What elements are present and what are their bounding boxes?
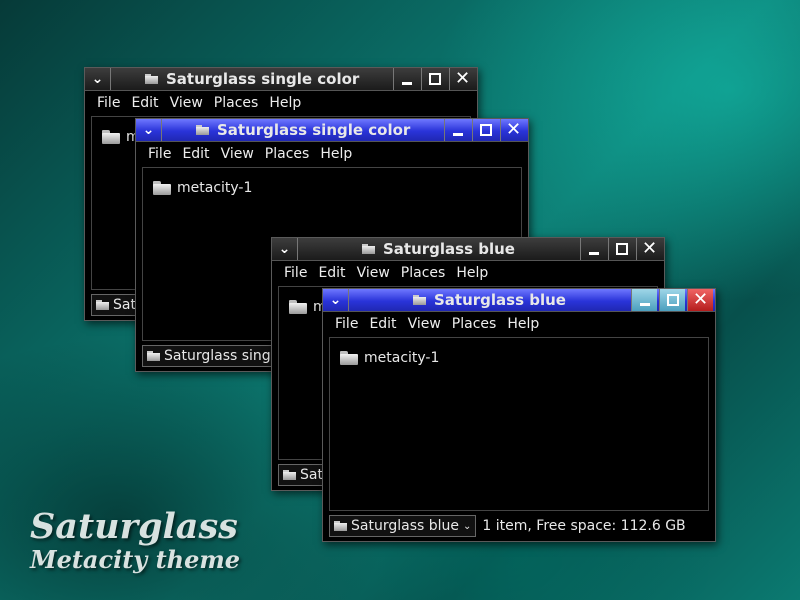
folder-icon [289, 300, 307, 314]
menu-edit[interactable]: Edit [182, 146, 209, 162]
menubar: File Edit View Places Help [136, 142, 528, 166]
window-title: Saturglass single color [196, 119, 410, 141]
chevron-down-icon: ⌄ [91, 71, 104, 87]
menu-view[interactable]: View [357, 265, 390, 281]
window-menu-button[interactable]: ⌄ [323, 289, 349, 311]
maximize-icon [479, 124, 492, 136]
titlebar[interactable]: ⌄ Saturglass single color ✕ [85, 68, 477, 91]
folder-icon [96, 300, 109, 310]
folder-icon [340, 351, 358, 365]
menu-file[interactable]: File [148, 146, 171, 162]
folder-icon [147, 351, 160, 361]
folder-icon [283, 470, 296, 480]
menu-help[interactable]: Help [507, 316, 539, 332]
menu-edit[interactable]: Edit [318, 265, 345, 281]
chevron-down-icon: ⌄ [463, 520, 472, 532]
minimize-icon [452, 132, 463, 136]
window-title: Saturglass blue [362, 238, 515, 260]
window-title: Saturglass blue [413, 289, 566, 311]
minimize-icon [401, 81, 412, 85]
menubar: File Edit View Places Help [85, 91, 477, 115]
menu-file[interactable]: File [335, 316, 358, 332]
window-menu-button[interactable]: ⌄ [136, 119, 162, 141]
menu-view[interactable]: View [170, 95, 203, 111]
titlebar[interactable]: ⌄ Saturglass blue ✕ [272, 238, 664, 261]
close-icon: ✕ [641, 238, 658, 259]
menu-places[interactable]: Places [214, 95, 259, 111]
folder-icon [362, 244, 375, 254]
window-blue-front[interactable]: ⌄ Saturglass blue ✕ File Edit View Place… [322, 288, 716, 542]
folder-item[interactable]: m [289, 299, 327, 315]
maximize-button[interactable] [421, 68, 447, 90]
wallpaper-subtitle: Metacity theme [30, 545, 241, 574]
menu-view[interactable]: View [221, 146, 254, 162]
menu-places[interactable]: Places [401, 265, 446, 281]
menu-view[interactable]: View [408, 316, 441, 332]
location-button[interactable]: Saturglass blue ⌄ [329, 515, 477, 537]
maximize-button[interactable] [472, 119, 498, 141]
statusbar: Saturglass blue ⌄ 1 item, Free space: 112… [329, 515, 709, 537]
menubar: File Edit View Places Help [323, 312, 715, 336]
folder-item[interactable]: metacity-1 [340, 350, 439, 366]
location-button[interactable]: Saturglass single [142, 345, 289, 367]
status-text: 1 item, Free space: 112.6 GB [482, 518, 686, 534]
menu-file[interactable]: File [97, 95, 120, 111]
folder-icon [334, 521, 347, 531]
close-button[interactable]: ✕ [687, 289, 713, 311]
menu-edit[interactable]: Edit [131, 95, 158, 111]
maximize-button[interactable] [608, 238, 634, 260]
menu-help[interactable]: Help [456, 265, 488, 281]
menu-file[interactable]: File [284, 265, 307, 281]
titlebar[interactable]: ⌄ Saturglass single color ✕ [136, 119, 528, 142]
minimize-button[interactable] [580, 238, 606, 260]
chevron-down-icon: ⌄ [329, 292, 342, 308]
folder-icon [145, 74, 158, 84]
minimize-icon [588, 251, 599, 255]
wallpaper-title: Saturglass [30, 506, 238, 547]
chevron-down-icon: ⌄ [278, 241, 291, 257]
minimize-button[interactable] [631, 289, 657, 311]
menu-edit[interactable]: Edit [369, 316, 396, 332]
maximize-icon [615, 243, 628, 255]
location-button[interactable]: Sat [91, 294, 141, 316]
close-icon: ✕ [692, 289, 709, 310]
menu-help[interactable]: Help [269, 95, 301, 111]
minimize-button[interactable] [444, 119, 470, 141]
folder-icon [413, 295, 426, 305]
menu-help[interactable]: Help [320, 146, 352, 162]
close-icon: ✕ [454, 68, 471, 89]
menubar: File Edit View Places Help [272, 261, 664, 285]
menu-places[interactable]: Places [452, 316, 497, 332]
chevron-down-icon: ⌄ [142, 122, 155, 138]
minimize-button[interactable] [393, 68, 419, 90]
close-button[interactable]: ✕ [500, 119, 526, 141]
maximize-icon [428, 73, 441, 85]
folder-icon [102, 130, 120, 144]
maximize-icon [666, 294, 679, 306]
window-title: Saturglass single color [145, 68, 359, 90]
folder-icon [153, 181, 171, 195]
folder-item[interactable]: m [102, 129, 140, 145]
titlebar[interactable]: ⌄ Saturglass blue ✕ [323, 289, 715, 312]
window-menu-button[interactable]: ⌄ [85, 68, 111, 90]
menu-places[interactable]: Places [265, 146, 310, 162]
folder-item[interactable]: metacity-1 [153, 180, 252, 196]
maximize-button[interactable] [659, 289, 685, 311]
minimize-icon [639, 302, 650, 306]
close-icon: ✕ [505, 119, 522, 140]
folder-icon [196, 125, 209, 135]
close-button[interactable]: ✕ [449, 68, 475, 90]
window-menu-button[interactable]: ⌄ [272, 238, 298, 260]
close-button[interactable]: ✕ [636, 238, 662, 260]
file-view[interactable]: metacity-1 [329, 337, 709, 511]
